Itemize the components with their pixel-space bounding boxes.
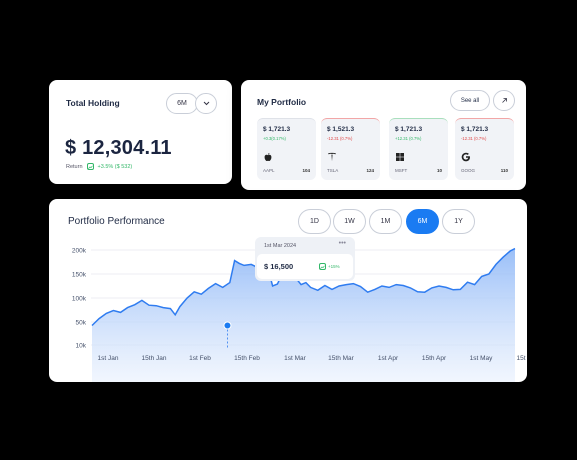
more-icon[interactable]: ••• [339,240,346,247]
total-holding-card: Total Holding 6M $ 12,304.11 Return +3.5… [49,80,232,184]
return-label: Return [66,163,83,170]
range-button-1d[interactable]: 1D [298,209,331,234]
stock-ticker: AAPL [263,168,275,173]
stock-qty: 110 [500,168,508,173]
x-tick-label: 15th Mar [328,355,354,362]
stock-card-tsla[interactable]: $ 1,521.3 -12.31 (0.7%) TSLA 124 [321,118,380,180]
stock-ticker: GOOG [461,168,476,173]
period-dropdown-button[interactable] [195,93,217,114]
google-icon [461,152,470,162]
stock-change: +0.3(0.17%) [263,136,286,141]
y-tick-label: 200k [72,248,87,255]
y-tick-label: 10k [76,343,87,350]
my-portfolio-card: My Portfolio See all $ 1,721.3 +0.3(0.17… [241,80,526,190]
tooltip-date: 1st Mar 2024 [264,243,297,249]
trend-up-icon [319,263,326,270]
x-tick-label: 1st Apr [378,355,399,362]
chart-tooltip: 1st Mar 2024 ••• $ 16,500 +15% [255,237,355,281]
trend-up-icon [86,163,94,170]
stock-ticker: TSLA [327,168,339,173]
return-row: Return +3.5% ($ 532) [66,163,132,170]
see-all-button[interactable]: See all [450,90,490,111]
highlight-point[interactable] [223,321,232,330]
open-portfolio-button[interactable] [493,90,515,111]
stock-qty: 124 [366,168,374,173]
x-tick-label: 1st Jan [98,355,119,362]
tooltip-value: $ 16,500 [264,262,294,271]
tooltip-body: $ 16,500 +15% [257,254,353,279]
stock-price: $ 1,721.3 [461,126,489,133]
my-portfolio-title: My Portfolio [257,97,307,107]
stock-qty: 10 [436,168,442,173]
total-holding-title: Total Holding [66,98,120,108]
stock-card-aapl[interactable]: $ 1,721.3 +0.3(0.17%) AAPL 104 [257,118,316,180]
x-tick-label: 15th Jan [142,355,167,362]
y-tick-label: 50k [76,320,87,327]
range-button-1m[interactable]: 1M [369,209,402,234]
chevron-down-icon [203,101,209,106]
stock-price: $ 1,721.3 [395,126,423,133]
x-tick-label: 15th Apr [422,355,447,362]
tooltip-change: +15% [319,263,340,270]
stock-qty: 104 [302,168,310,173]
y-tick-label: 100k [72,296,87,303]
arrow-up-right-icon [501,98,507,103]
apple-icon [264,152,272,162]
tesla-icon [328,152,336,162]
return-value: +3.5% ($ 532) [97,163,133,170]
stock-ticker: MSFT [395,168,408,173]
stock-price: $ 1,521.3 [327,126,355,133]
range-button-6m[interactable]: 6M [406,209,439,234]
stock-change: -12.31 (0.7%) [461,136,487,141]
stock-price: $ 1,721.3 [263,126,291,133]
stock-card-goog[interactable]: $ 1,721.3 -12.31 (0.7%) GOOG 110 [455,118,514,180]
range-button-1w[interactable]: 1W [333,209,366,234]
x-tick-label: 15th Feb [234,355,260,362]
total-holding-amount: $ 12,304.11 [65,137,172,159]
stock-change: +12.31 (0.7%) [395,136,422,141]
x-tick-label: 1st Feb [189,355,211,362]
performance-title: Portfolio Performance [68,216,165,227]
windows-icon [396,153,404,161]
y-tick-label: 150k [72,272,87,279]
x-tick-label: 1st Mar [284,355,307,362]
x-tick-label: 15t [516,355,525,362]
stock-card-msft[interactable]: $ 1,721.3 +12.31 (0.7%) MSFT 10 [389,118,448,180]
tooltip-change-value: +15% [328,264,340,269]
period-selector[interactable]: 6M [166,93,198,114]
x-tick-label: 1st May [470,355,494,362]
range-button-1y[interactable]: 1Y [442,209,475,234]
portfolio-performance-card: 200k 150k 100k 50k 10k 1st Jan 15th Jan 1st Feb… [49,199,527,382]
stock-change: -12.31 (0.7%) [327,136,353,141]
